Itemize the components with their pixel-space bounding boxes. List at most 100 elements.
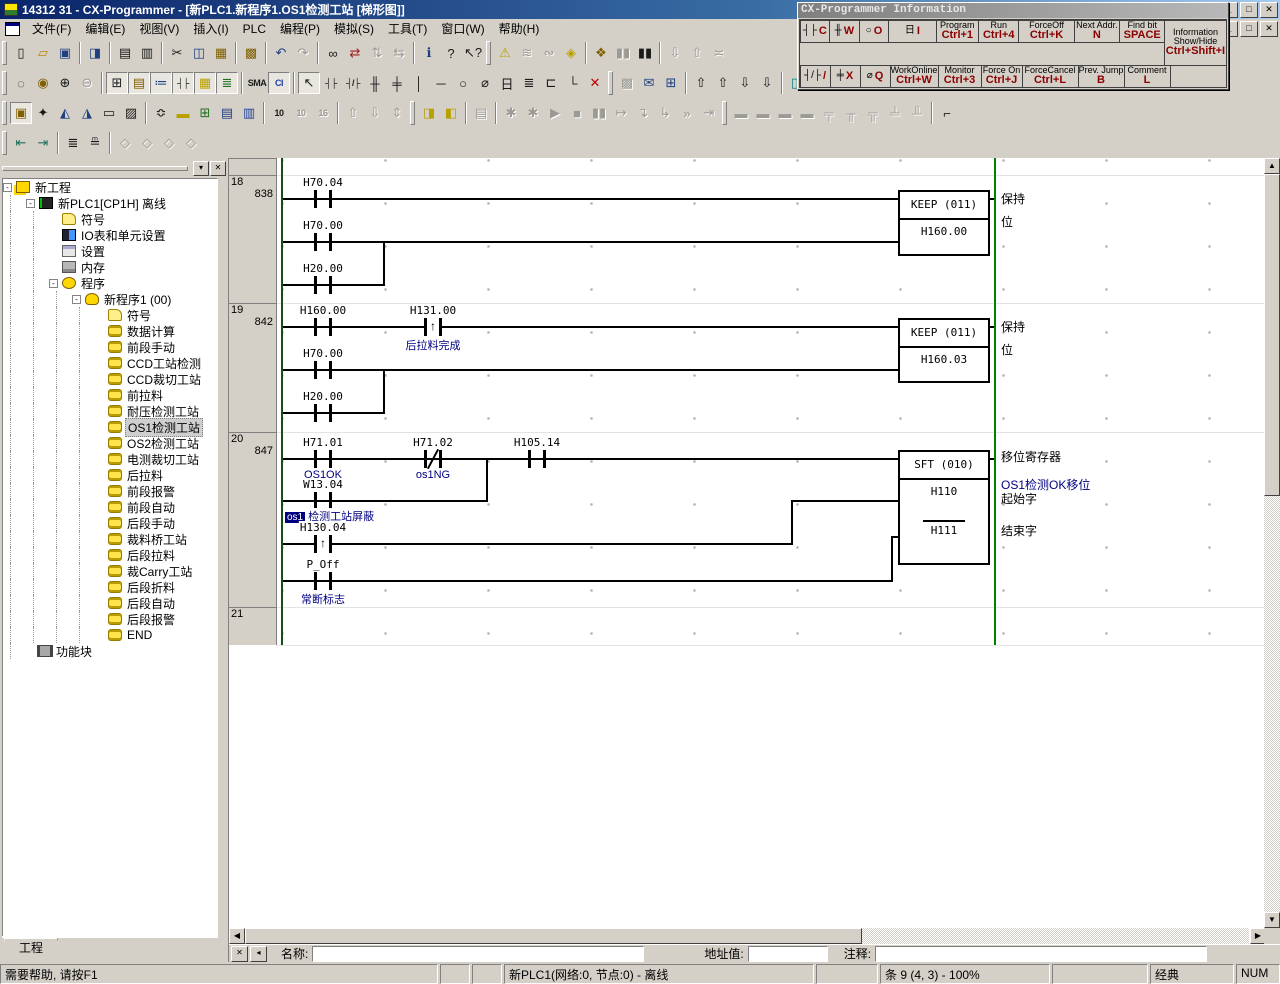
rung-gutter-19[interactable]: 19 842 [229,303,277,432]
monitor-data-button[interactable]: ▤ [470,102,492,124]
project-tab[interactable]: 工程 [4,938,58,957]
properties-button[interactable]: ▨ [120,102,142,124]
corner-connector-button[interactable]: ⌐ [936,102,958,124]
compile-all-button[interactable]: ≋ [516,42,538,64]
operand-bar-close-button[interactable]: ✕ [231,946,248,962]
toolbar-grip[interactable] [2,131,7,155]
run-to-end-button[interactable]: ⇥ [698,102,720,124]
sft-instruction-block[interactable]: SFT (010) H110 H111 [898,450,990,565]
menu-item[interactable]: 窗口(W) [434,20,491,38]
io-table-view-button[interactable]: ▥ [238,102,260,124]
rung-gutter-20[interactable]: 20 847 [229,432,277,607]
about-button[interactable]: ℹ [418,42,440,64]
tree-item[interactable]: 裁Carry工站 [3,563,217,579]
sma-view-button[interactable]: SMA [246,72,268,94]
stop-simulator-button[interactable]: ■ [566,102,588,124]
contact[interactable]: H160.00 [312,318,334,336]
show-annotations-button[interactable]: ≔ [150,72,172,94]
cross-reference-button[interactable]: ≎ [150,102,172,124]
tree-item[interactable]: 后段折料 [3,579,217,595]
tree-item[interactable]: 前拉料 [3,387,217,403]
bookmark-next-button[interactable]: ◇ [136,132,158,154]
section-list-button[interactable]: ▩ [616,72,638,94]
tree-item[interactable]: 数据计算 [3,323,217,339]
network-node-5-button[interactable]: ╨ [906,102,928,124]
tree-item[interactable]: 内存 [3,259,217,275]
ladder-canvas[interactable]: 18 838 19 842 20 847 21 [229,158,1265,928]
close-button[interactable]: ✕ [1260,2,1278,18]
show-comments-button[interactable]: ▤ [128,72,150,94]
scroll-up-button[interactable]: ▲ [1264,158,1280,174]
io-comment-view-button[interactable]: ◮ [76,102,98,124]
tree-item[interactable]: 符号 [3,211,217,227]
menu-item[interactable]: 编辑(E) [78,20,132,38]
network-node-2-button[interactable]: ╥ [840,102,862,124]
save-project-button[interactable]: ▣ [54,42,76,64]
tree-item[interactable]: OS1检测工站 [3,419,217,435]
outline-collapse-button[interactable]: ≣ [62,132,84,154]
rung-comment-button[interactable]: ▭ [98,102,120,124]
tree-item[interactable]: -新PLC1[CP1H] 离线 [3,195,217,211]
tree-item[interactable]: IO表和单元设置 [3,227,217,243]
new-horizontal-button[interactable]: ─ [430,72,452,94]
restore-button[interactable]: □ [1240,2,1258,18]
work-online-button[interactable]: ◨ [418,102,440,124]
select-mode-button[interactable]: ↖ [298,72,320,94]
zoom-region-button[interactable]: ◉ [32,72,54,94]
toolbar-grip[interactable] [722,101,727,125]
work-online-simulator-button[interactable]: ◧ [440,102,462,124]
scroll-thumb[interactable] [245,928,862,944]
mnemonics-view-button[interactable]: ✦ [32,102,54,124]
tree-item[interactable]: 后段拉料 [3,547,217,563]
bookmark-set-button[interactable]: ◇ [114,132,136,154]
zoom-in-button[interactable]: ⊕ [54,72,76,94]
scroll-down-button[interactable]: ▼ [1264,912,1280,928]
name-field[interactable] [312,946,644,962]
new-instruction-button[interactable]: 日 [496,72,518,94]
workspace-grip[interactable] [2,166,188,171]
contact[interactable]: H70.04 [312,190,334,208]
paste-program-button[interactable]: ▩ [240,42,262,64]
scroll-left-button[interactable]: ◀ [229,928,245,944]
network-node-3-button[interactable]: ╦ [862,102,884,124]
contact[interactable]: H105.14 [526,450,548,468]
transfer-warning-button[interactable]: ◈ [560,42,582,64]
keep-instruction-block[interactable]: KEEP (011) H160.03 [898,318,990,383]
contact[interactable]: H70.00 [312,361,334,379]
pause-simulation-button[interactable]: ▮▮ [588,102,610,124]
step-into-button[interactable]: ↴ [632,102,654,124]
cut-button[interactable]: ✂ [166,42,188,64]
up-differentiated-contact[interactable]: ↑ H130.04 [312,535,334,553]
address-field[interactable] [748,946,828,962]
find-bit-address-button[interactable]: ⇅ [366,42,388,64]
tree-item[interactable]: -新程序1 (00) [3,291,217,307]
indent-increase-button[interactable]: ⇥ [32,132,54,154]
operand-bar-collapse-button[interactable]: ◂ [250,946,267,962]
contact[interactable]: H20.00 [312,404,334,422]
context-help-button[interactable]: ↖? [462,42,484,64]
menu-item[interactable]: 插入(I) [186,20,235,38]
contact[interactable]: P_Off 常断标志 [312,572,334,590]
watch-sheet-button[interactable]: ⊞ [194,102,216,124]
find-next-error-button[interactable]: ∾ [538,42,560,64]
tree-item[interactable]: 后段自动 [3,595,217,611]
menu-item[interactable]: 工具(T) [381,20,434,38]
tree-item[interactable]: 前段报警 [3,483,217,499]
comment-field[interactable] [875,946,1207,962]
find-button[interactable]: ∞ [322,42,344,64]
compare-with-plc-button[interactable]: ≍ [708,42,730,64]
print-button[interactable]: ▤ [114,42,136,64]
io-bit-monitor-3-button[interactable]: ▬ [774,102,796,124]
zoom-tool-button[interactable]: ◌ [10,72,32,94]
help-topics-button[interactable]: ? [440,42,462,64]
indent-decrease-button[interactable]: ⇤ [10,132,32,154]
tree-item[interactable]: 裁料桥工站 [3,531,217,547]
child-restore-button[interactable]: □ [1240,21,1258,37]
io-bit-monitor-2-button[interactable]: ▬ [752,102,774,124]
toolbar-grip[interactable] [2,71,7,95]
continuous-step-button[interactable]: » [676,102,698,124]
menu-item[interactable]: 模拟(S) [327,20,381,38]
force-set-button[interactable]: ⇧ [690,72,712,94]
pause-button[interactable]: ▮▮ [634,42,656,64]
differentiate-monitor-button[interactable]: ⇕ [386,102,408,124]
